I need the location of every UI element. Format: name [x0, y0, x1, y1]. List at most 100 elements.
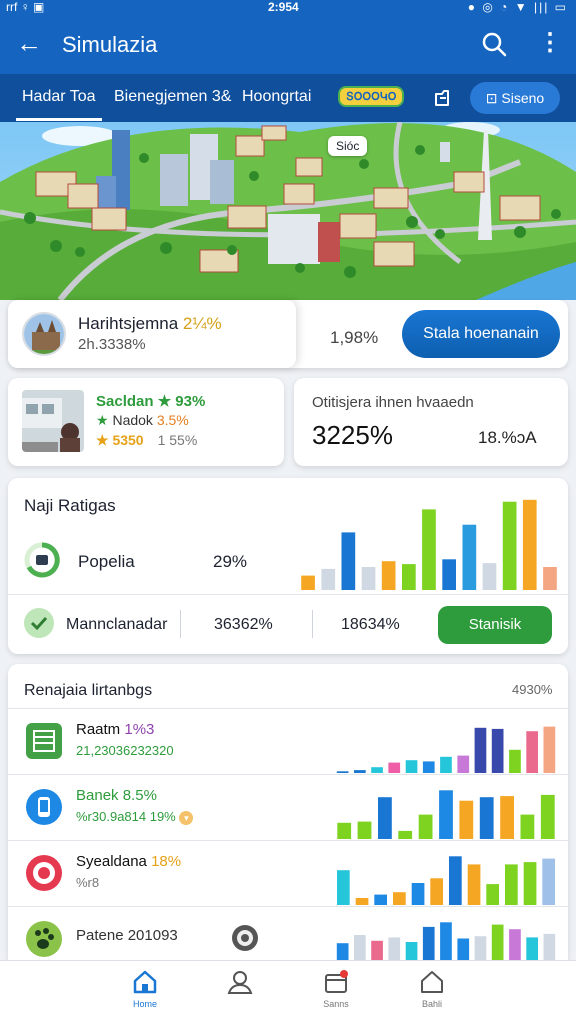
chart-bar [402, 564, 416, 590]
chart-bar [509, 749, 521, 773]
chart-bar [543, 567, 557, 590]
chart-bar [543, 726, 556, 773]
nav-house[interactable]: Bahli [402, 969, 462, 1021]
camera-icon[interactable] [230, 923, 260, 953]
back-arrow-icon[interactable]: ← [16, 28, 42, 58]
summary-card-profile[interactable]: Harihtsjemna 2¼% 2h.3338% [8, 300, 296, 368]
chart-bar [361, 567, 376, 590]
more-vert-icon[interactable]: ⋮ [538, 30, 562, 56]
chart-bar [500, 796, 514, 839]
ratings-row2-value1: 36362% [214, 616, 273, 633]
status-bar: rrf ♀ ▣ 2:954 ● ◎ ◔ ▼ ||| ▭ [0, 0, 576, 14]
divider [312, 610, 313, 638]
search-icon[interactable] [480, 30, 508, 58]
chart-bar [337, 870, 350, 905]
chart-bar [321, 568, 336, 590]
tab-bienegjemen[interactable]: Bienegjemen 3& [114, 88, 231, 106]
chart-bar [430, 878, 443, 905]
chart-bar [502, 501, 517, 590]
list-item[interactable]: Syealdana 18% %r8 [8, 840, 568, 906]
chart-bar [422, 761, 435, 773]
chart-bar [378, 797, 392, 839]
list-item-title: Syealdana 18% [76, 853, 182, 870]
chart-bar [540, 794, 555, 839]
brand-badge: ՏՕՕՕԿՕ [338, 86, 405, 107]
chart-bar [398, 830, 413, 839]
ratings-title: Naji Ratigas [24, 496, 116, 515]
list-item-bar-chart [337, 856, 555, 905]
nav-profile[interactable] [210, 969, 270, 1021]
ratings-bar-chart [301, 499, 557, 590]
app-bar: ← Simulazia ⋮ [0, 14, 576, 74]
chart-bar [381, 561, 396, 590]
page-title: Simulazia [62, 32, 158, 57]
divider [8, 594, 568, 595]
chevron-down-icon: ▾ [179, 811, 194, 825]
stat-card: Otitisjera ihnen hvaaedn 3225% 18.%ɔA [294, 378, 568, 466]
chart-bar [520, 814, 535, 839]
list-item[interactable]: Banek 8.5% %r30.9a814 19% ▾ [8, 774, 568, 840]
nav-home[interactable]: Home [115, 969, 175, 1021]
status-time: 2:954 [268, 0, 299, 14]
tab-action-label: Siseno [501, 90, 545, 106]
chart-bar [301, 575, 315, 590]
chart-bar [542, 858, 555, 905]
list-item-subtitle: 21,23036232320 [76, 743, 174, 758]
chart-bar [479, 797, 494, 839]
divider [180, 610, 181, 638]
chart-bar [459, 800, 474, 839]
primary-action-button[interactable]: Stala hoenanain [402, 310, 560, 358]
nav-house-label: Bahli [421, 999, 442, 1009]
chart-bar [526, 731, 538, 773]
status-left: rrf ♀ ▣ [6, 0, 45, 14]
tab-hoongrtai[interactable]: Hoongrtai [242, 88, 311, 106]
chart-bar [523, 862, 537, 905]
status-right-icons: ● ◎ ◔ ▼ ||| ▭ [467, 0, 568, 14]
map-callout[interactable]: Sióc [328, 136, 368, 156]
list-item-title: Patene 201093 [76, 927, 178, 944]
phone-icon [26, 789, 62, 825]
statistics-button[interactable]: Stanisik [438, 606, 552, 644]
tab-action-button[interactable]: ⊡ Siseno [470, 82, 560, 114]
list-item-title: Banek 8.5% [76, 787, 157, 804]
station-card[interactable]: Sacldan ★ 93% ★ Nadok 3.5% ★ 5350 1 55% [8, 378, 284, 466]
lock-icon: ⊡ [485, 90, 498, 106]
chart-bar [467, 864, 481, 905]
sheet-icon [26, 723, 62, 759]
list-item[interactable]: Raatm 1%3 21,23036232320 [8, 708, 568, 774]
stat-secondary: 18.%ɔA [478, 428, 537, 447]
home-icon [133, 970, 157, 994]
stat-label: Otitisjera ihnen hvaaedn [312, 394, 474, 411]
chart-bar [411, 883, 425, 905]
share-icon[interactable] [430, 86, 454, 110]
summary-card: Harihtsjemna 2¼% 2h.3338% 1,98% Stala ho… [8, 300, 568, 368]
city-map-graphic [0, 122, 576, 300]
chart-bar [355, 898, 369, 905]
ratings-row1-percent: 29% [213, 552, 248, 571]
chart-bar [486, 884, 499, 905]
chart-bar [374, 894, 387, 905]
chart-bar [482, 563, 497, 590]
city-map-illustration: Sióc [0, 122, 576, 300]
list-item-subtitle: %r30.9a814 19% ▾ [76, 809, 194, 825]
ratings-row2-value2: 18634% [341, 616, 400, 633]
chart-bar [393, 892, 406, 905]
paw-icon [26, 921, 62, 957]
chart-bar [371, 767, 383, 773]
nav-inbox[interactable]: Sanns [306, 969, 366, 1021]
check-icon [24, 608, 54, 638]
chart-bar [474, 727, 487, 773]
bottom-navigation: Home Sanns Bahli [0, 960, 576, 1024]
chart-bar [457, 755, 470, 773]
chart-bar [354, 770, 366, 773]
inbox-icon [325, 970, 348, 993]
nav-home-label: Home [132, 999, 157, 1009]
summary-percent: 1,98% [330, 328, 379, 347]
stat-value: 3225% [312, 420, 393, 450]
tab-hadar-toa[interactable]: Hadar Toa [16, 88, 102, 121]
chart-bar [440, 756, 452, 773]
station-thumbnail [22, 390, 84, 452]
summary-title: Harihtsjemna 2¼% [78, 314, 222, 333]
chart-bar [336, 771, 349, 773]
chart-bar [462, 524, 477, 590]
